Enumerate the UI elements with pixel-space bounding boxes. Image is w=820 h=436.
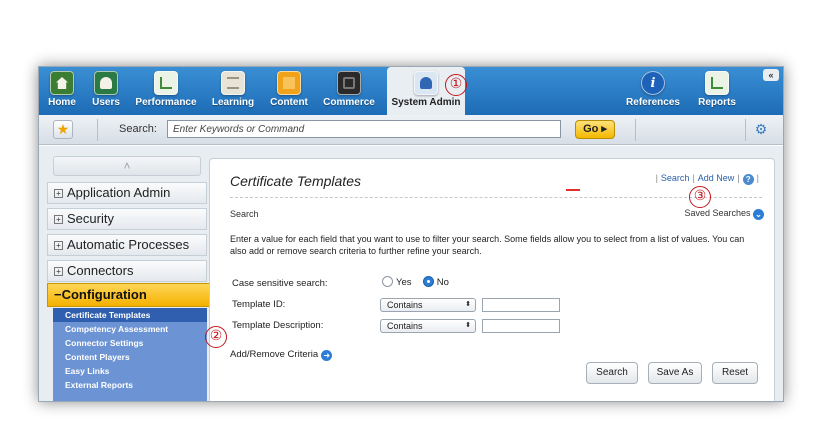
content-area: ˄ + Application Admin + Security + Automati… — [39, 146, 783, 401]
template-description-operator-select[interactable]: Contains ⬍ — [380, 319, 476, 333]
collapse-minus-icon: − — [54, 287, 62, 302]
template-id-input[interactable] — [482, 298, 560, 312]
link-separator: | — [756, 173, 759, 183]
toolbar-divider — [97, 119, 98, 141]
submenu-item-content-players[interactable]: Content Players — [53, 350, 207, 364]
arrow-right-icon: ➜ — [321, 350, 333, 361]
learning-icon — [221, 71, 245, 95]
content-icon — [277, 71, 301, 95]
sidebar-scroll-up-button[interactable]: ˄ — [53, 156, 201, 176]
select-arrow-icon: ⬍ — [465, 322, 471, 329]
section-label: Search — [230, 209, 259, 219]
collapse-nav-button[interactable]: « — [763, 69, 779, 81]
nav-performance[interactable]: Performance — [135, 71, 197, 115]
top-navigation: Home Users Performance Learning Content … — [39, 67, 783, 115]
submenu-item-certificate-templates[interactable]: Certificate Templates — [53, 308, 207, 322]
sidebar-item-configuration[interactable]: −Configuration — [47, 283, 226, 307]
configuration-submenu: Certificate Templates Competency Assessm… — [53, 308, 207, 401]
callout-3: ③ — [689, 186, 711, 208]
performance-icon — [154, 71, 178, 95]
page-actions: | Search | Add New |? | — [653, 173, 762, 185]
link-separator: | — [737, 173, 740, 183]
template-id-label: Template ID: — [232, 299, 286, 310]
nav-content[interactable]: Content — [269, 71, 309, 115]
callout-2: ② — [205, 326, 227, 348]
divider — [230, 197, 762, 198]
add-new-link[interactable]: Add New — [698, 173, 735, 183]
search-button[interactable]: Search — [586, 362, 638, 384]
radio-no[interactable] — [422, 276, 434, 287]
expand-plus-icon: + — [54, 215, 63, 224]
nav-learning[interactable]: Learning — [211, 71, 255, 115]
home-icon — [50, 71, 74, 95]
red-marker — [566, 189, 580, 191]
commerce-icon — [337, 71, 361, 95]
app-window: Home Users Performance Learning Content … — [38, 66, 784, 402]
expand-plus-icon: + — [54, 267, 63, 276]
case-sensitive-label: Case sensitive search: — [232, 278, 328, 289]
nav-home[interactable]: Home — [45, 71, 79, 115]
template-description-input[interactable] — [482, 319, 560, 333]
help-icon[interactable]: ? — [742, 174, 754, 185]
sidebar: ˄ + Application Admin + Security + Automati… — [47, 156, 226, 401]
search-toolbar: ★ Search: Go ▸ ⚙ — [39, 115, 783, 145]
nav-users[interactable]: Users — [89, 71, 123, 115]
case-sensitive-radio-group: Yes No — [382, 276, 449, 288]
submenu-item-competency-assessment[interactable]: Competency Assessment — [53, 322, 207, 336]
favorites-star-icon[interactable]: ★ — [53, 120, 73, 139]
select-arrow-icon: ⬍ — [465, 301, 471, 308]
info-icon: i — [641, 71, 665, 95]
submenu-item-external-reports[interactable]: External Reports — [53, 378, 207, 392]
callout-1: ① — [445, 74, 467, 96]
system-admin-icon — [414, 71, 438, 95]
search-link[interactable]: Search — [661, 173, 690, 183]
template-description-label: Template Description: — [232, 320, 324, 331]
reports-icon — [705, 71, 729, 95]
nav-commerce[interactable]: Commerce — [323, 71, 375, 115]
sidebar-item-connectors[interactable]: + Connectors — [47, 260, 207, 282]
radio-yes[interactable] — [382, 276, 393, 287]
toolbar-divider — [745, 119, 746, 141]
save-as-button[interactable]: Save As — [648, 362, 702, 384]
nav-references[interactable]: i References — [625, 71, 681, 115]
sidebar-item-automatic-processes[interactable]: + Automatic Processes — [47, 234, 207, 256]
nav-reports[interactable]: Reports — [695, 71, 739, 115]
expand-plus-icon: + — [54, 189, 63, 198]
users-icon — [94, 71, 118, 95]
toolbar-divider — [635, 119, 636, 141]
search-instructions: Enter a value for each field that you wa… — [230, 234, 745, 256]
page-title: Certificate Templates — [230, 173, 361, 189]
saved-searches-toggle[interactable]: Saved Searches ⌄ — [684, 208, 764, 220]
search-label: Search: — [119, 123, 157, 135]
link-separator: | — [655, 173, 658, 183]
sidebar-item-application-admin[interactable]: + Application Admin — [47, 182, 207, 204]
command-search-input[interactable] — [167, 120, 561, 138]
sidebar-item-security[interactable]: + Security — [47, 208, 207, 230]
gear-icon[interactable]: ⚙ — [751, 120, 771, 139]
template-id-operator-select[interactable]: Contains ⬍ — [380, 298, 476, 312]
reset-button[interactable]: Reset — [712, 362, 758, 384]
add-remove-criteria-link[interactable]: Add/Remove Criteria ➜ — [230, 349, 333, 361]
go-button[interactable]: Go ▸ — [575, 120, 615, 139]
submenu-item-easy-links[interactable]: Easy Links — [53, 364, 207, 378]
link-separator: | — [692, 173, 695, 183]
submenu-item-connector-settings[interactable]: Connector Settings — [53, 336, 207, 350]
chevron-down-icon: ⌄ — [753, 209, 764, 220]
expand-plus-icon: + — [54, 241, 63, 250]
